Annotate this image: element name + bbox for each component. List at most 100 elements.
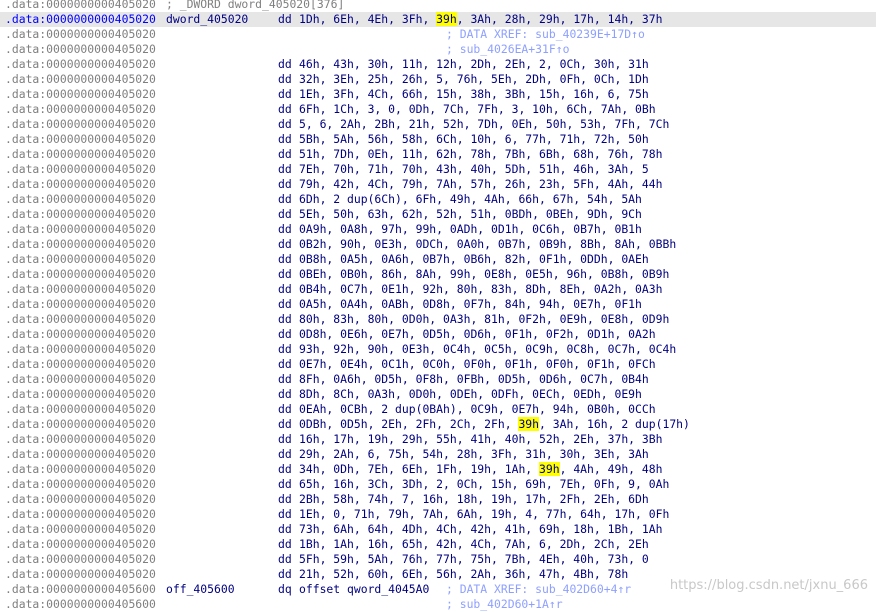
listing-line[interactable]: .data:0000000000405020 dd 46h, 43h, 30h, 1…	[0, 57, 876, 72]
operands[interactable]: 16h, 17h, 19h, 29h, 55h, 41h, 40h, 52h, …	[299, 432, 662, 447]
operands[interactable]: 6Fh, 1Ch, 3, 0, 0Dh, 7Ch, 7Fh, 3, 10h, 6…	[299, 102, 656, 117]
listing-line[interactable]: .data:0000000000405020 dd 0A9h, 0A8h, 97h,…	[0, 222, 876, 237]
operands[interactable]: 46h, 43h, 30h, 11h, 12h, 2Dh, 2Eh, 2, 0C…	[299, 57, 649, 72]
address[interactable]: .data:0000000000405020	[5, 477, 156, 492]
address[interactable]: .data:0000000000405020	[5, 237, 156, 252]
operands[interactable]: offset qword_4045A0	[299, 582, 429, 597]
operands[interactable]: 65h, 16h, 3Ch, 3Dh, 2, 0Ch, 15h, 69h, 7E…	[299, 477, 669, 492]
listing-line[interactable]: .data:0000000000405020 dd 34h, 0Dh, 7Eh, 6…	[0, 462, 876, 477]
operands[interactable]: 0A5h, 0A4h, 0ABh, 0D8h, 0F7h, 84h, 94h, …	[299, 297, 642, 312]
address[interactable]: .data:0000000000405020	[5, 222, 156, 237]
listing-line[interactable]: .data:0000000000405020 dd 73h, 6Ah, 64h, 4…	[0, 522, 876, 537]
operands[interactable]: 1Dh, 6Eh, 4Eh, 3Fh, 39h, 3Ah, 28h, 29h, …	[299, 12, 662, 27]
listing-line[interactable]: .data:0000000000405020 dd 8Dh, 8Ch, 0A3h, …	[0, 387, 876, 402]
address[interactable]: .data:0000000000405020	[5, 87, 156, 102]
listing-line[interactable]: .data:0000000000405020 dd 0BEh, 0B0h, 86h,…	[0, 267, 876, 282]
address[interactable]: .data:0000000000405020	[5, 567, 156, 582]
operands[interactable]: 8Dh, 8Ch, 0A3h, 0D0h, 0DEh, 0DFh, 0ECh, …	[299, 387, 642, 402]
address[interactable]: .data:0000000000405020	[5, 162, 156, 177]
operands[interactable]: 0E7h, 0E4h, 0C1h, 0C0h, 0F0h, 0F1h, 0F0h…	[299, 357, 656, 372]
operands[interactable]: 7Eh, 70h, 71h, 70h, 43h, 40h, 5Dh, 51h, …	[299, 162, 649, 177]
listing-line[interactable]: .data:0000000000405020 dd 6Fh, 1Ch, 3, 0, …	[0, 102, 876, 117]
operands[interactable]: 1Bh, 1Ah, 16h, 65h, 42h, 4Ch, 7Ah, 6, 2D…	[299, 537, 649, 552]
xref-comment[interactable]: ; DATA XREF: sub_40239E+17D↑o	[446, 27, 645, 42]
address[interactable]: .data:0000000000405020	[5, 192, 156, 207]
listing-line[interactable]: .data:0000000000405020 dd 1Eh, 0, 71h, 79h…	[0, 507, 876, 522]
symbol-label[interactable]: off_405600	[166, 582, 235, 597]
operands[interactable]: 73h, 6Ah, 64h, 4Dh, 4Ch, 42h, 41h, 69h, …	[299, 522, 662, 537]
address[interactable]: .data:0000000000405020	[5, 12, 156, 27]
listing-line[interactable]: .data:0000000000405020 dd 5Bh, 5Ah, 56h, 5…	[0, 132, 876, 147]
address[interactable]: .data:0000000000405020	[5, 387, 156, 402]
listing-line[interactable]: .data:0000000000405020 dd 5, 6, 2Ah, 2Bh, …	[0, 117, 876, 132]
operands[interactable]: 1Eh, 3Fh, 4Ch, 66h, 15h, 38h, 3Bh, 15h, …	[299, 87, 649, 102]
listing-line[interactable]: .data:0000000000405020 ; _DWORD dword_405…	[0, 0, 876, 12]
listing-line[interactable]: .data:0000000000405020 dd 6Dh, 2 dup(6Ch),…	[0, 192, 876, 207]
listing-line[interactable]: .data:0000000000405020 dd 29h, 2Ah, 6, 75h…	[0, 447, 876, 462]
address[interactable]: .data:0000000000405020	[5, 402, 156, 417]
listing-line[interactable]: .data:0000000000405020 dd 7Eh, 70h, 71h, 7…	[0, 162, 876, 177]
operands[interactable]: 51h, 7Dh, 0Eh, 11h, 62h, 78h, 7Bh, 6Bh, …	[299, 147, 662, 162]
listing-line[interactable]: .data:0000000000405020 dd 51h, 7Dh, 0Eh, 1…	[0, 147, 876, 162]
listing-line[interactable]: .data:0000000000405020 dd 0EAh, 0CBh, 2 du…	[0, 402, 876, 417]
listing-line[interactable]: .data:0000000000405020 dd 0DBh, 0D5h, 2Eh,…	[0, 417, 876, 432]
address[interactable]: .data:0000000000405020	[5, 372, 156, 387]
operands[interactable]: 80h, 83h, 80h, 0D0h, 0A3h, 81h, 0F2h, 0E…	[299, 312, 669, 327]
address[interactable]: .data:0000000000405020	[5, 462, 156, 477]
operands[interactable]: 29h, 2Ah, 6, 75h, 54h, 28h, 3Fh, 31h, 30…	[299, 447, 649, 462]
address[interactable]: .data:0000000000405020	[5, 327, 156, 342]
operands[interactable]: 0DBh, 0D5h, 2Eh, 2Fh, 2Ch, 2Fh, 39h, 3Ah…	[299, 417, 690, 432]
operands[interactable]: 32h, 3Eh, 25h, 26h, 5, 76h, 5Eh, 2Dh, 0F…	[299, 72, 649, 87]
listing-line-current[interactable]: .data:0000000000405020 dword_405020 dd 1Dh,…	[0, 12, 876, 27]
address[interactable]: .data:0000000000405020	[5, 27, 156, 42]
address[interactable]: .data:0000000000405020	[5, 552, 156, 567]
listing-line[interactable]: .data:0000000000405020 dd 0A5h, 0A4h, 0ABh…	[0, 297, 876, 312]
address[interactable]: .data:0000000000405020	[5, 0, 156, 12]
address[interactable]: .data:0000000000405020	[5, 132, 156, 147]
address[interactable]: .data:0000000000405020	[5, 42, 156, 57]
operands[interactable]: 0BEh, 0B0h, 86h, 8Ah, 99h, 0E8h, 0E5h, 9…	[299, 267, 669, 282]
xref-comment[interactable]: ; DATA XREF: sub_402D60+4↑r	[446, 582, 631, 597]
address[interactable]: .data:0000000000405020	[5, 267, 156, 282]
address[interactable]: .data:0000000000405600	[5, 582, 156, 597]
address[interactable]: .data:0000000000405020	[5, 177, 156, 192]
operands[interactable]: 93h, 92h, 90h, 0E3h, 0C4h, 0C5h, 0C9h, 0…	[299, 342, 676, 357]
listing-line[interactable]: .data:0000000000405020 dd 65h, 16h, 3Ch, 3…	[0, 477, 876, 492]
listing-line[interactable]: .data:0000000000405020 dd 0B4h, 0C7h, 0E1h…	[0, 282, 876, 297]
address[interactable]: .data:0000000000405020	[5, 57, 156, 72]
listing-line[interactable]: .data:0000000000405020 dd 0B2h, 90h, 0E3h,…	[0, 237, 876, 252]
address[interactable]: .data:0000000000405020	[5, 537, 156, 552]
operands[interactable]: 5Bh, 5Ah, 56h, 58h, 6Ch, 10h, 6, 77h, 71…	[299, 132, 649, 147]
listing-line[interactable]: .data:0000000000405020 dd 0B8h, 0A5h, 0A6h…	[0, 252, 876, 267]
address[interactable]: .data:0000000000405020	[5, 297, 156, 312]
operands[interactable]: 21h, 52h, 60h, 6Eh, 56h, 2Ah, 36h, 47h, …	[299, 567, 628, 582]
operands[interactable]: 5Fh, 59h, 5Ah, 76h, 77h, 75h, 7Bh, 4Eh, …	[299, 552, 649, 567]
address[interactable]: .data:0000000000405020	[5, 117, 156, 132]
address[interactable]: .data:0000000000405020	[5, 252, 156, 267]
listing-line[interactable]: .data:0000000000405020 dd 32h, 3Eh, 25h, 2…	[0, 72, 876, 87]
address[interactable]: .data:0000000000405020	[5, 417, 156, 432]
operands[interactable]: 0EAh, 0CBh, 2 dup(0BAh), 0C9h, 0E7h, 94h…	[299, 402, 656, 417]
listing-line[interactable]: .data:0000000000405020 dd 0D8h, 0E6h, 0E7h…	[0, 327, 876, 342]
symbol-label[interactable]: dword_405020	[166, 12, 248, 27]
listing-line[interactable]: .data:0000000000405020 dd 5Fh, 59h, 5Ah, 7…	[0, 552, 876, 567]
operands[interactable]: 0B2h, 90h, 0E3h, 0DCh, 0A0h, 0B7h, 0B9h,…	[299, 237, 676, 252]
listing-line[interactable]: .data:0000000000405020 dd 80h, 83h, 80h, 0…	[0, 312, 876, 327]
operands[interactable]: 79h, 42h, 4Ch, 79h, 7Ah, 57h, 26h, 23h, …	[299, 177, 662, 192]
listing-line[interactable]: .data:0000000000405020 ; DATA XREF: sub_4…	[0, 27, 876, 42]
address[interactable]: .data:0000000000405020	[5, 207, 156, 222]
address[interactable]: .data:0000000000405020	[5, 432, 156, 447]
address[interactable]: .data:0000000000405020	[5, 522, 156, 537]
listing-line[interactable]: .data:0000000000405020 dd 79h, 42h, 4Ch, 7…	[0, 177, 876, 192]
xref-comment[interactable]: ; sub_4026EA+31F↑o	[446, 42, 569, 57]
operands[interactable]: 0D8h, 0E6h, 0E7h, 0D5h, 0D6h, 0F1h, 0F2h…	[299, 327, 656, 342]
operands[interactable]: 5Eh, 50h, 63h, 62h, 52h, 51h, 0BDh, 0BEh…	[299, 207, 642, 222]
address[interactable]: .data:0000000000405020	[5, 357, 156, 372]
listing-line[interactable]: .data:0000000000405020 dd 93h, 92h, 90h, 0…	[0, 342, 876, 357]
listing-line[interactable]: .data:0000000000405020 dd 5Eh, 50h, 63h, 6…	[0, 207, 876, 222]
operands[interactable]: 0B8h, 0A5h, 0A6h, 0B7h, 0B6h, 82h, 0F1h,…	[299, 252, 649, 267]
address[interactable]: .data:0000000000405020	[5, 492, 156, 507]
address[interactable]: .data:0000000000405020	[5, 447, 156, 462]
operands[interactable]: 5, 6, 2Ah, 2Bh, 21h, 52h, 7Dh, 0Eh, 50h,…	[299, 117, 669, 132]
listing-line[interactable]: .data:0000000000405020 dd 0E7h, 0E4h, 0C1h…	[0, 357, 876, 372]
